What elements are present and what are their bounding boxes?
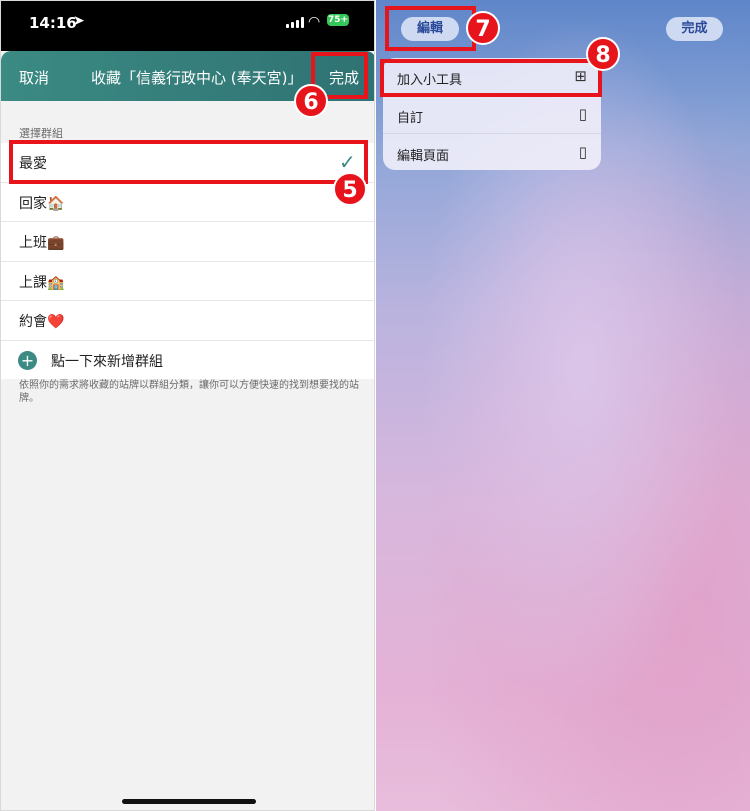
group-item-school[interactable]: 上課🏫 bbox=[1, 262, 374, 301]
edit-pages-icon: ▯ bbox=[578, 143, 587, 161]
plus-icon: + bbox=[18, 350, 37, 370]
customize-icon: ▯ bbox=[578, 105, 587, 123]
menu-item-label: 自訂 bbox=[397, 111, 424, 126]
group-item-home[interactable]: 回家🏠 bbox=[1, 183, 374, 222]
location-arrow-icon: ➤ bbox=[73, 13, 85, 29]
left-phone-panel: 14:16 ➤ ◠ 75+ 取消 收藏「信義行政中心 (奉天宮)」 完成 選擇群… bbox=[0, 0, 375, 811]
briefcase-icon: 💼 bbox=[47, 235, 65, 251]
group-label: 約會❤️ bbox=[19, 314, 65, 330]
cellular-signal-icon bbox=[286, 17, 304, 28]
battery-icon: 75+ bbox=[327, 14, 349, 26]
footnote-text: 依照你的需求將收藏的站牌以群組分類，讓你可以方便快速的找到想要找的站牌。 bbox=[19, 380, 359, 404]
menu-item-customize[interactable]: 自訂 ▯ bbox=[383, 96, 601, 134]
add-group-label: 點一下來新增群組 bbox=[51, 353, 163, 370]
status-bar: 14:16 ➤ ◠ 75+ bbox=[1, 1, 374, 51]
highlight-box-favorite bbox=[9, 140, 368, 184]
group-item-work[interactable]: 上班💼 bbox=[1, 222, 374, 262]
wifi-icon: ◠ bbox=[308, 14, 321, 30]
group-label: 上班💼 bbox=[19, 235, 65, 251]
step-badge-7: 7 bbox=[466, 11, 500, 45]
home-indicator[interactable] bbox=[122, 799, 256, 804]
right-home-screen-panel: 編輯 完成 加入小工具 ⊞ 自訂 ▯ 編輯頁面 ▯ bbox=[376, 0, 750, 811]
add-group-button[interactable]: + 點一下來新增群組 bbox=[1, 341, 374, 380]
step-badge-8: 8 bbox=[586, 37, 620, 71]
school-icon: 🏫 bbox=[47, 274, 65, 291]
step-badge-6: 6 bbox=[294, 84, 328, 118]
menu-item-edit-pages[interactable]: 編輯頁面 ▯ bbox=[383, 134, 601, 170]
page-title: 收藏「信義行政中心 (奉天宮)」 bbox=[91, 69, 303, 87]
highlight-box-edit bbox=[385, 6, 476, 51]
highlight-box-add-widget bbox=[380, 59, 602, 97]
heart-icon: ❤️ bbox=[47, 314, 65, 330]
menu-item-label: 編輯頁面 bbox=[397, 149, 450, 164]
house-icon: 🏠 bbox=[47, 195, 65, 212]
cancel-button[interactable]: 取消 bbox=[19, 67, 49, 88]
group-label: 上課🏫 bbox=[19, 274, 65, 291]
status-time: 14:16 bbox=[29, 14, 77, 32]
section-label: 選擇群組 bbox=[19, 127, 63, 140]
done-button[interactable]: 完成 bbox=[666, 17, 723, 41]
group-label: 回家🏠 bbox=[19, 195, 65, 212]
step-badge-5: 5 bbox=[333, 172, 367, 206]
group-item-date[interactable]: 約會❤️ bbox=[1, 301, 374, 341]
